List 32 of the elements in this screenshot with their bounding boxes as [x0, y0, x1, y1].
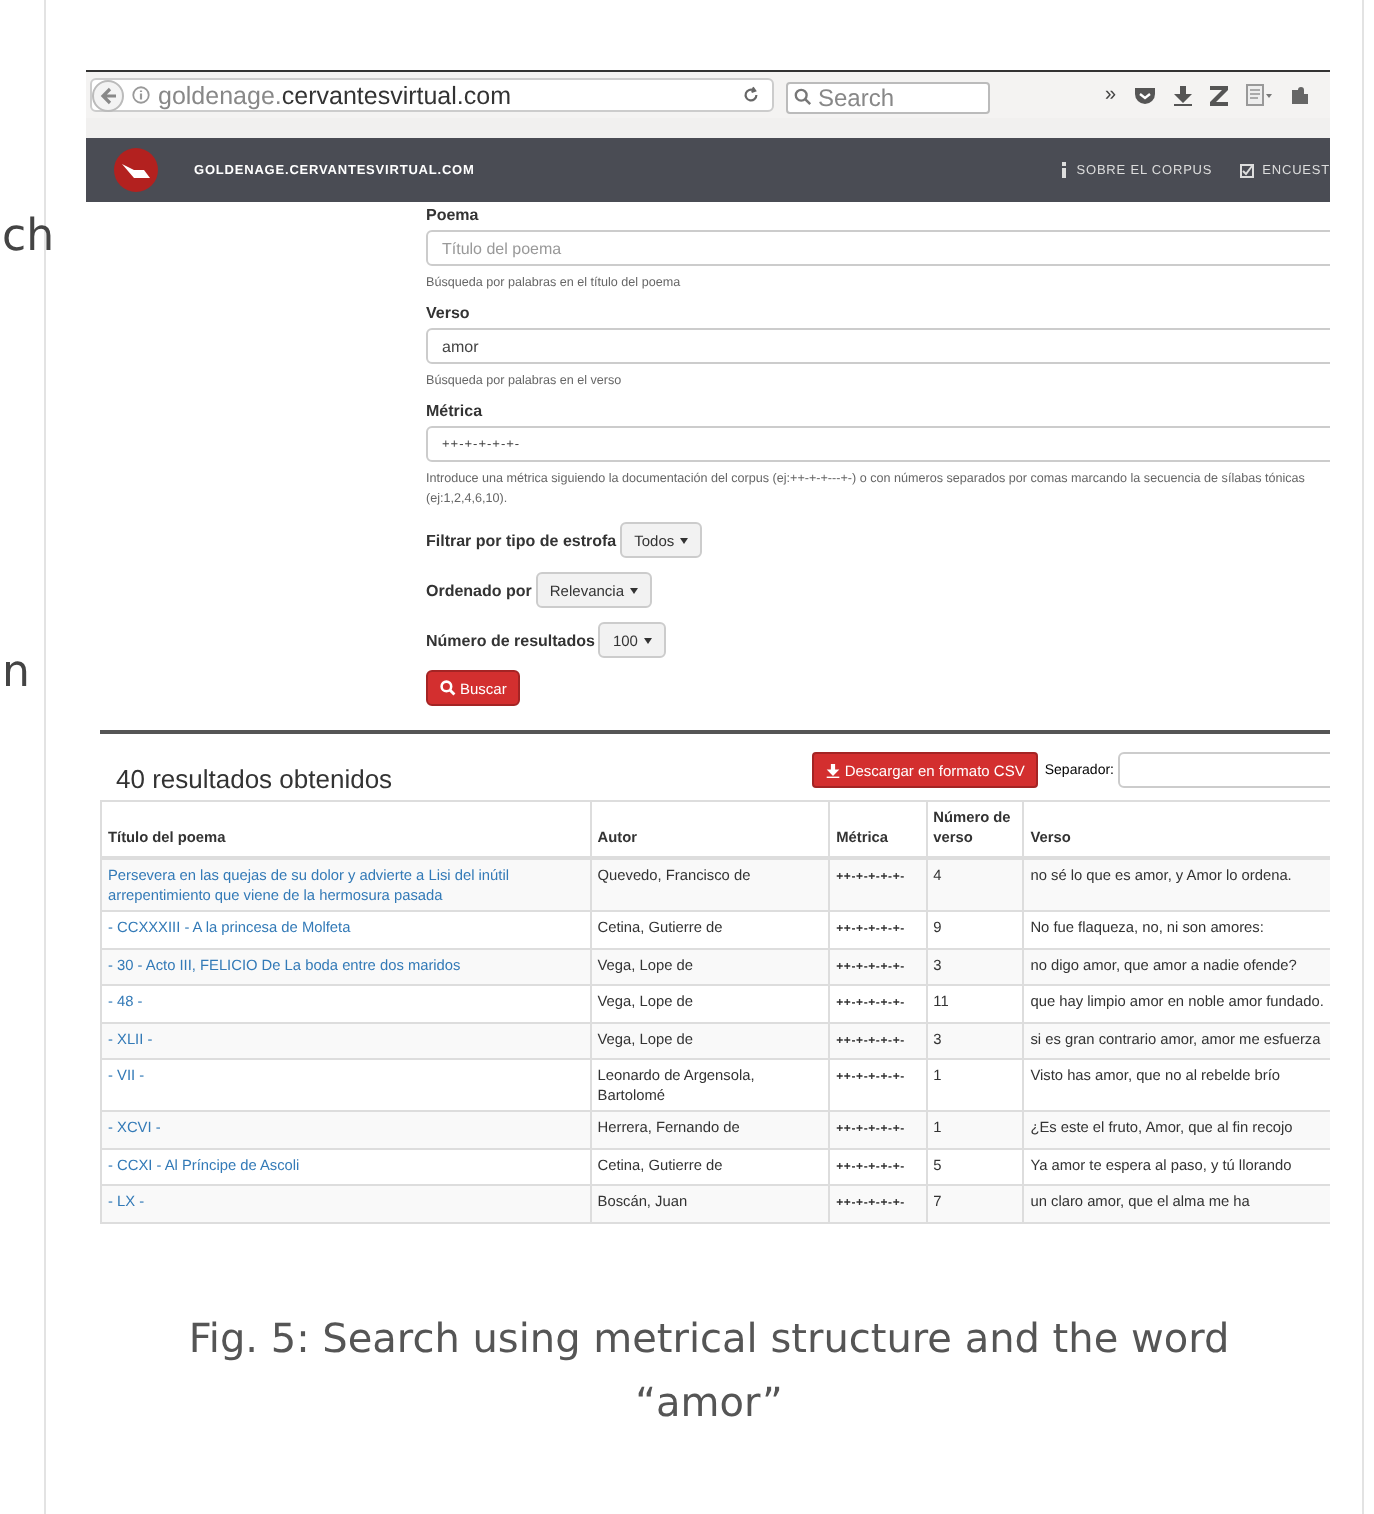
info-icon[interactable] — [132, 86, 150, 104]
reload-icon[interactable] — [742, 86, 760, 104]
page-text-fragment: n — [2, 648, 30, 698]
search-icon — [794, 87, 812, 105]
overflow-button[interactable]: » — [1104, 84, 1116, 106]
input-field[interactable]: amor — [426, 328, 1330, 364]
input-field[interactable]: Título del poema — [426, 230, 1330, 266]
caret-icon — [630, 587, 638, 593]
field-label: Ordenado por — [426, 581, 532, 599]
shield-icon[interactable] — [1134, 85, 1156, 105]
field-label: Verso — [426, 304, 472, 322]
separator-field[interactable] — [1118, 752, 1330, 788]
search-icon — [440, 680, 456, 696]
caret-icon — [643, 637, 652, 643]
back-icon[interactable] — [92, 79, 124, 111]
address-bar[interactable]: goldenage.cervantesvirtual.com — [90, 78, 774, 112]
field-label: Filtrar por tipo de estrofa — [426, 531, 617, 549]
results-count: 40 resultados obtenidos — [116, 763, 393, 793]
field-label: Poema — [426, 206, 481, 224]
logo-icon[interactable] — [114, 148, 158, 192]
field-label: Métrica — [426, 402, 485, 420]
download-icon[interactable] — [1174, 85, 1192, 105]
caret-icon — [680, 537, 689, 543]
figure-caption: Fig. 5: Search using metrical structure and the word “amor” — [186, 1312, 1232, 1430]
page-text-fragment: ch — [2, 212, 55, 262]
reader-icon[interactable] — [1246, 84, 1272, 106]
info-icon — [1060, 162, 1069, 178]
url-text: goldenage.cervantesvirtual.com — [158, 81, 513, 109]
download-icon — [826, 763, 841, 777]
field-label: Número de resultados — [426, 631, 595, 649]
checkbox-icon — [1240, 163, 1255, 177]
search-field[interactable]: Search — [786, 81, 990, 113]
